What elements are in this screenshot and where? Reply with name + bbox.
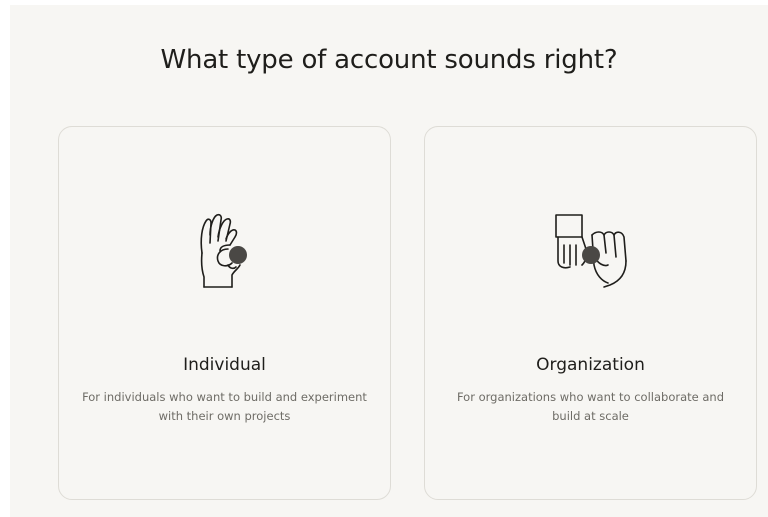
hand-holding-dot-icon (199, 213, 247, 288)
card-description: For organizations who want to collaborat… (456, 390, 725, 423)
organization-account-card[interactable]: Organization For organizations who want … (424, 126, 757, 500)
two-hands-sharing-dot-icon (554, 214, 627, 288)
card-description: For individuals who want to build and ex… (82, 390, 367, 423)
content-panel: What type of account sounds right? Indiv… (10, 5, 768, 517)
card-title: Individual (183, 355, 266, 375)
card-title: Organization (536, 355, 645, 375)
account-type-page: What type of account sounds right? Indiv… (0, 0, 768, 517)
individual-account-card[interactable]: Individual For individuals who want to b… (58, 126, 391, 500)
page-title: What type of account sounds right? (160, 45, 618, 75)
